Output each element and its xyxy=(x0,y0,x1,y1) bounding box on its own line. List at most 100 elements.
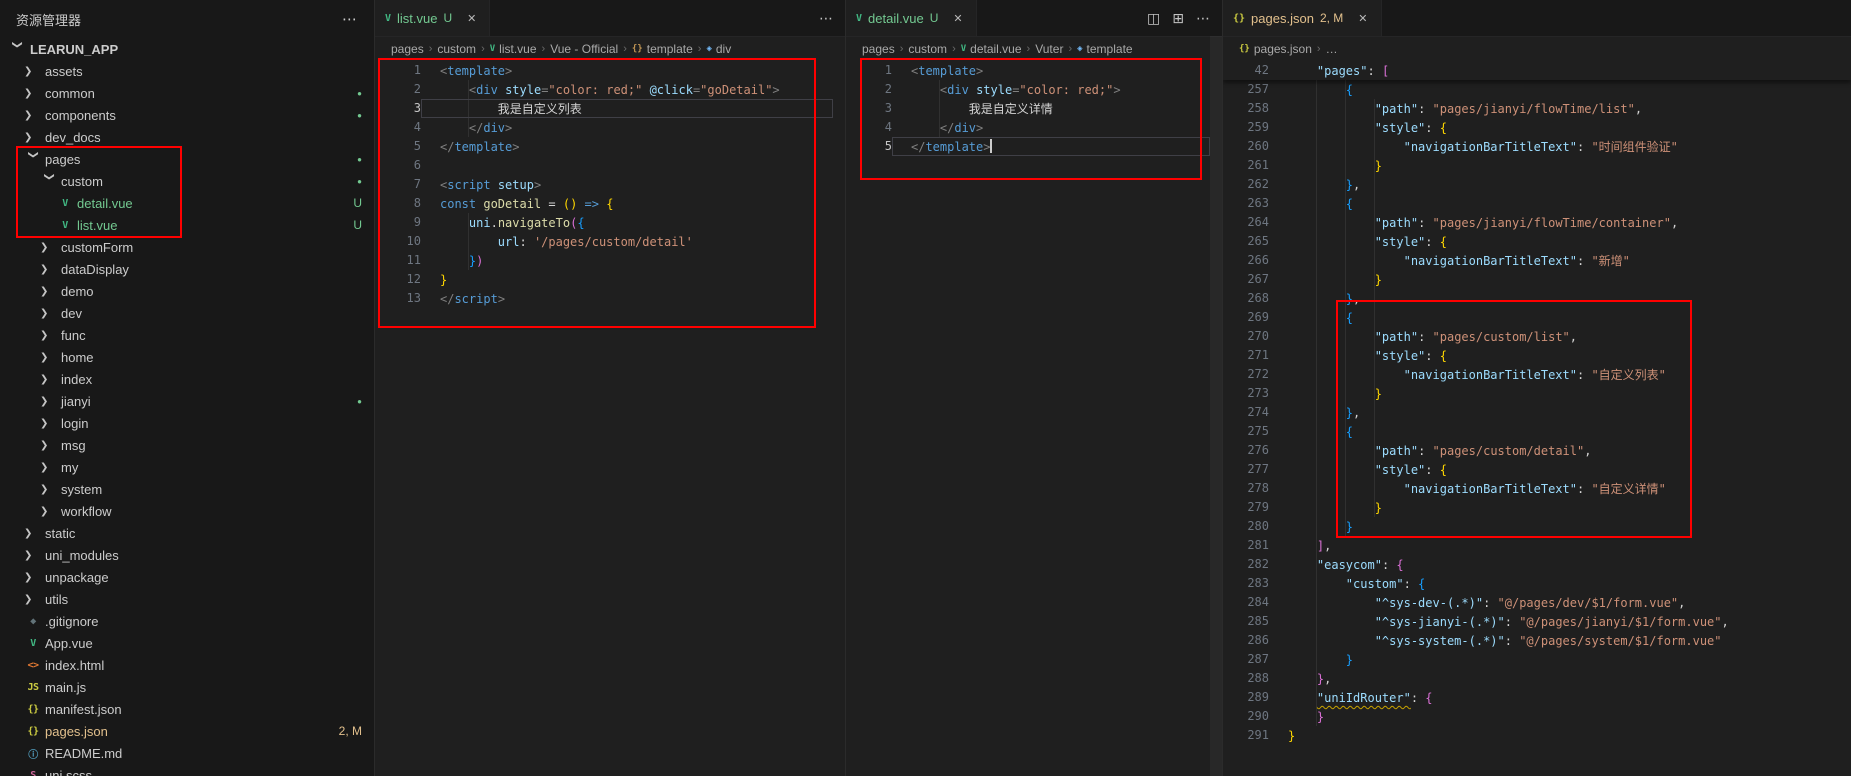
file-detail-vue[interactable]: Vdetail.vueU xyxy=(0,192,374,214)
folder-demo[interactable]: ❯demo xyxy=(0,280,374,302)
folder-unpackage[interactable]: ❯unpackage xyxy=(0,566,374,588)
chevron-right-icon[interactable]: ❯ xyxy=(24,572,42,583)
file-list-vue[interactable]: Vlist.vueU xyxy=(0,214,374,236)
file-main-js[interactable]: JSmain.js xyxy=(0,676,374,698)
chevron-right-icon[interactable]: ❯ xyxy=(24,550,42,561)
folder-datadisplay[interactable]: ❯dataDisplay xyxy=(0,258,374,280)
code-line[interactable]: 5</template> xyxy=(375,137,845,156)
chevron-right-icon[interactable]: ❯ xyxy=(40,352,58,363)
code-line[interactable]: 269 { xyxy=(1223,308,1851,327)
sticky-scroll-line[interactable]: 42 "pages": [ xyxy=(1223,61,1851,80)
breadcrumb-item-[interactable]: … xyxy=(1326,42,1338,56)
more-actions-icon[interactable]: ⋯ xyxy=(819,10,833,27)
code-line[interactable]: 11 }) xyxy=(375,251,845,270)
code-line[interactable]: 268 }, xyxy=(1223,289,1851,308)
folder-components[interactable]: ❯components● xyxy=(0,104,374,126)
code-line[interactable]: 2 <div style="color: red;"> xyxy=(846,80,1222,99)
chevron-right-icon[interactable]: ❯ xyxy=(40,374,58,385)
code-line[interactable]: 277 "style": { xyxy=(1223,460,1851,479)
chevron-right-icon[interactable]: ❯ xyxy=(40,330,58,341)
split-editor-icon[interactable]: ◫ xyxy=(1147,10,1160,27)
breadcrumb-item-div[interactable]: ◈div xyxy=(706,42,731,56)
code-line[interactable]: 260 "navigationBarTitleText": "时间组件验证" xyxy=(1223,137,1851,156)
tab-pages-json[interactable]: {}pages.json2, M✕ xyxy=(1223,0,1382,36)
code-line[interactable]: 274 }, xyxy=(1223,403,1851,422)
chevron-right-icon[interactable]: ❯ xyxy=(40,462,58,473)
code-line[interactable]: 1<template> xyxy=(375,61,845,80)
code-line[interactable]: 1<template> xyxy=(846,61,1222,80)
code-line[interactable]: 265 "style": { xyxy=(1223,232,1851,251)
folder-customform[interactable]: ❯customForm xyxy=(0,236,374,258)
close-tab-icon[interactable]: ✕ xyxy=(464,11,479,26)
file-manifest-json[interactable]: {}manifest.json xyxy=(0,698,374,720)
code-line[interactable]: 273 } xyxy=(1223,384,1851,403)
tab-list-vue[interactable]: Vlist.vueU✕ xyxy=(375,0,490,36)
chevron-right-icon[interactable]: ❯ xyxy=(24,132,42,143)
folder-dev-docs[interactable]: ❯dev_docs xyxy=(0,126,374,148)
code-line[interactable]: 262 }, xyxy=(1223,175,1851,194)
code-line[interactable]: 276 "path": "pages/custom/detail", xyxy=(1223,441,1851,460)
project-root-folder[interactable]: ❯ LEARUN_APP xyxy=(0,38,374,60)
folder-jianyi[interactable]: ❯jianyi● xyxy=(0,390,374,412)
folder-pages[interactable]: ❯pages● xyxy=(0,148,374,170)
chevron-right-icon[interactable]: ❯ xyxy=(40,418,58,429)
code-editor-1[interactable]: 1<template>2 <div style="color: red;" @c… xyxy=(375,61,845,776)
code-line[interactable]: 3 我是自定义详情 xyxy=(846,99,1222,118)
folder-common[interactable]: ❯common● xyxy=(0,82,374,104)
file-pages-json[interactable]: {}pages.json2, M xyxy=(0,720,374,742)
code-line[interactable]: 270 "path": "pages/custom/list", xyxy=(1223,327,1851,346)
breadcrumb-item-custom[interactable]: custom xyxy=(437,42,476,56)
breadcrumb-item-pages[interactable]: pages xyxy=(391,42,424,56)
chevron-down-icon[interactable]: ❯ xyxy=(44,172,55,190)
folder-utils[interactable]: ❯utils xyxy=(0,588,374,610)
folder-uni-modules[interactable]: ❯uni_modules xyxy=(0,544,374,566)
code-editor-3[interactable]: 42 "pages": [257 {258 "path": "pages/jia… xyxy=(1223,61,1851,776)
folder-assets[interactable]: ❯assets xyxy=(0,60,374,82)
chevron-right-icon[interactable]: ❯ xyxy=(40,242,58,253)
code-line[interactable]: 284 "^sys-dev-(.*)": "@/pages/dev/$1/for… xyxy=(1223,593,1851,612)
code-line[interactable]: 5</template> xyxy=(846,137,1222,156)
explorer-more-actions-icon[interactable]: ⋯ xyxy=(342,10,358,28)
chevron-right-icon[interactable]: ❯ xyxy=(24,110,42,121)
code-line[interactable]: 272 "navigationBarTitleText": "自定义列表" xyxy=(1223,365,1851,384)
folder-dev[interactable]: ❯dev xyxy=(0,302,374,324)
breadcrumb-item-list-vue[interactable]: Vlist.vue xyxy=(490,42,537,56)
chevron-right-icon[interactable]: ❯ xyxy=(24,88,42,99)
code-line[interactable]: 285 "^sys-jianyi-(.*)": "@/pages/jianyi/… xyxy=(1223,612,1851,631)
code-line[interactable]: 12} xyxy=(375,270,845,289)
breadcrumb-item-pages[interactable]: pages xyxy=(862,42,895,56)
code-line[interactable]: 259 "style": { xyxy=(1223,118,1851,137)
code-line[interactable]: 286 "^sys-system-(.*)": "@/pages/system/… xyxy=(1223,631,1851,650)
chevron-down-icon[interactable]: ❯ xyxy=(28,150,39,168)
breadcrumb-item-detail-vue[interactable]: Vdetail.vue xyxy=(961,42,1022,56)
file-index-html[interactable]: <>index.html xyxy=(0,654,374,676)
code-line[interactable]: 281 ], xyxy=(1223,536,1851,555)
code-line[interactable]: 282 "easycom": { xyxy=(1223,555,1851,574)
close-tab-icon[interactable]: ✕ xyxy=(950,11,965,26)
code-line[interactable]: 287 } xyxy=(1223,650,1851,669)
file-readme-md[interactable]: ⓘREADME.md xyxy=(0,742,374,764)
chevron-right-icon[interactable]: ❯ xyxy=(40,484,58,495)
code-line[interactable]: 263 { xyxy=(1223,194,1851,213)
code-line[interactable]: 288 }, xyxy=(1223,669,1851,688)
breadcrumb-item-pages-json[interactable]: {}pages.json xyxy=(1239,42,1312,56)
chevron-right-icon[interactable]: ❯ xyxy=(40,506,58,517)
code-editor-2[interactable]: 1<template>2 <div style="color: red;">3 … xyxy=(846,61,1222,776)
close-tab-icon[interactable]: ✕ xyxy=(1355,11,1370,26)
folder-custom[interactable]: ❯custom● xyxy=(0,170,374,192)
chevron-right-icon[interactable]: ❯ xyxy=(40,308,58,319)
editor-layout-icon[interactable]: ⊞ xyxy=(1172,10,1184,27)
code-line[interactable]: 267 } xyxy=(1223,270,1851,289)
code-line[interactable]: 291} xyxy=(1223,726,1851,745)
breadcrumb-item-vue-official[interactable]: Vue - Official xyxy=(550,42,618,56)
file-gitignore[interactable]: ◆.gitignore xyxy=(0,610,374,632)
code-line[interactable]: 289 "uniIdRouter": { xyxy=(1223,688,1851,707)
chevron-right-icon[interactable]: ❯ xyxy=(40,264,58,275)
folder-workflow[interactable]: ❯workflow xyxy=(0,500,374,522)
chevron-right-icon[interactable]: ❯ xyxy=(24,594,42,605)
breadcrumb-item-template[interactable]: ◈template xyxy=(1077,42,1132,56)
folder-home[interactable]: ❯home xyxy=(0,346,374,368)
code-line[interactable]: 4 </div> xyxy=(375,118,845,137)
folder-login[interactable]: ❯login xyxy=(0,412,374,434)
chevron-right-icon[interactable]: ❯ xyxy=(24,66,42,77)
